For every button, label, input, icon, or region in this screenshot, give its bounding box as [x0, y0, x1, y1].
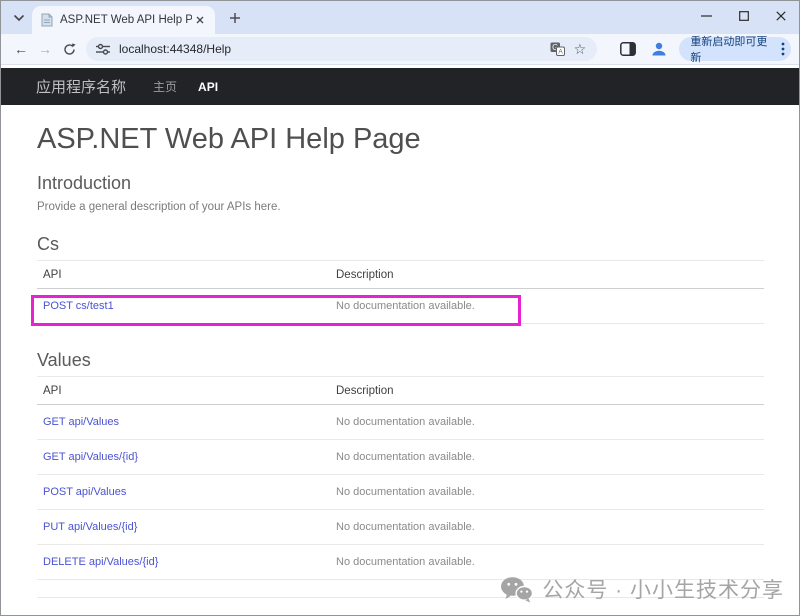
chevron-down-icon	[14, 15, 24, 21]
row-description: No documentation available.	[336, 300, 764, 312]
new-tab-button[interactable]	[223, 6, 247, 30]
api-link-post-values[interactable]: POST api/Values	[43, 486, 126, 498]
column-header-api: API	[43, 269, 336, 281]
table-row: POST api/Values No documentation availab…	[37, 475, 764, 510]
table-row: PUT api/Values/{id} No documentation ava…	[37, 510, 764, 545]
api-link-delete-values-id[interactable]: DELETE api/Values/{id}	[43, 556, 158, 568]
bookmark-star-icon[interactable]: ☆	[571, 40, 589, 58]
browser-window: ASP.NET Web API Help Page ← →	[0, 0, 800, 616]
url-text[interactable]: localhost:44348/Help	[119, 42, 545, 56]
tab-close-button[interactable]	[192, 12, 208, 28]
api-link-get-values-id[interactable]: GET api/Values/{id}	[43, 451, 138, 463]
table-row: POST cs/test1 No documentation available…	[37, 289, 764, 324]
profile-avatar-icon[interactable]	[648, 38, 669, 60]
table-header: API Description	[37, 377, 764, 405]
svg-text:A: A	[559, 49, 564, 56]
page-favicon	[41, 13, 53, 27]
page-content: ASP.NET Web API Help Page Introduction P…	[1, 123, 799, 616]
back-icon: ←	[14, 41, 28, 57]
values-api-table: API Description GET api/Values No docume…	[37, 377, 764, 580]
reload-button[interactable]	[57, 37, 81, 61]
back-button[interactable]: ←	[9, 37, 33, 61]
cs-api-table: API Description POST cs/test1 No documen…	[37, 261, 764, 324]
introduction-heading: Introduction	[37, 173, 764, 194]
column-header-api: API	[43, 385, 336, 397]
introduction-text: Provide a general description of your AP…	[37, 201, 764, 213]
api-link-put-values-id[interactable]: PUT api/Values/{id}	[43, 521, 137, 533]
close-window-button[interactable]	[762, 1, 799, 31]
row-description: No documentation available.	[336, 556, 764, 568]
row-description: No documentation available.	[336, 451, 764, 463]
more-menu-icon[interactable]	[781, 42, 785, 56]
column-header-description: Description	[336, 385, 764, 397]
site-settings-icon[interactable]	[96, 43, 110, 55]
maximize-button[interactable]	[725, 1, 762, 31]
page-title: ASP.NET Web API Help Page	[37, 123, 764, 156]
section-heading-cs: Cs	[37, 234, 764, 261]
wechat-icon	[500, 576, 533, 603]
forward-icon: →	[38, 41, 52, 57]
reload-icon	[63, 43, 76, 56]
watermark: 公众号 · 小小生技术分享	[500, 574, 784, 604]
tab-title: ASP.NET Web API Help Page	[60, 14, 192, 26]
tab-search-button[interactable]	[10, 9, 28, 27]
toolbar-right: 重新启动即可更新	[609, 37, 791, 61]
translate-icon[interactable]: G A	[549, 40, 567, 58]
table-row: GET api/Values No documentation availabl…	[37, 405, 764, 440]
table-header: API Description	[37, 261, 764, 289]
api-link-post-cs-test1[interactable]: POST cs/test1	[43, 300, 114, 312]
row-description: No documentation available.	[336, 486, 764, 498]
restart-to-update-button[interactable]: 重新启动即可更新	[679, 37, 791, 61]
watermark-text: 公众号 · 小小生技术分享	[542, 574, 784, 604]
close-icon	[776, 11, 786, 21]
section-heading-values: Values	[37, 350, 764, 377]
api-link-get-values[interactable]: GET api/Values	[43, 416, 119, 428]
navbar-item-home[interactable]: 主页	[153, 78, 177, 95]
side-panel-icon[interactable]	[618, 38, 639, 60]
table-row: GET api/Values/{id} No documentation ava…	[37, 440, 764, 475]
maximize-icon	[739, 11, 749, 21]
navbar-item-api[interactable]: API	[198, 80, 218, 94]
address-bar[interactable]: localhost:44348/Help G A ☆	[86, 37, 597, 61]
plus-icon	[229, 12, 241, 24]
navbar-brand[interactable]: 应用程序名称	[36, 76, 126, 97]
window-controls	[688, 1, 799, 31]
column-header-description: Description	[336, 269, 764, 281]
row-description: No documentation available.	[336, 521, 764, 533]
row-description: No documentation available.	[336, 416, 764, 428]
forward-button[interactable]: →	[33, 37, 57, 61]
minimize-button[interactable]	[688, 1, 725, 31]
browser-tab[interactable]: ASP.NET Web API Help Page	[32, 6, 215, 34]
tab-strip: ASP.NET Web API Help Page	[1, 1, 799, 34]
minimize-icon	[701, 15, 712, 17]
browser-toolbar: ← → localhost:44348/Help G	[1, 34, 799, 65]
site-navbar: 应用程序名称 主页 API	[1, 68, 799, 105]
update-button-label: 重新启动即可更新	[690, 33, 775, 65]
